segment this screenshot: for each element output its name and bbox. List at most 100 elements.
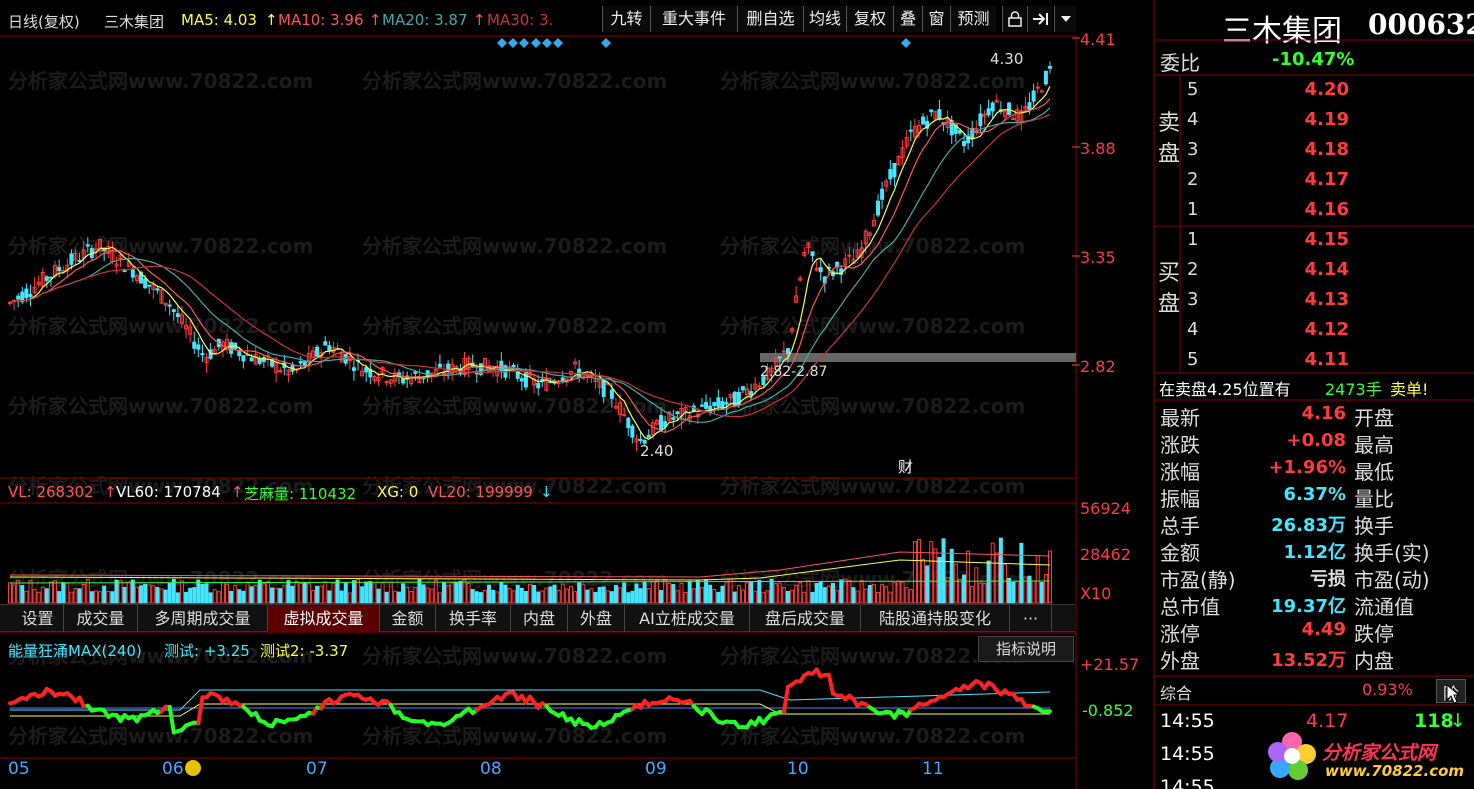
volume-bar bbox=[24, 590, 29, 604]
volume-bar bbox=[859, 580, 864, 604]
sell-order-row[interactable]: 3 4.18 bbox=[1183, 137, 1353, 167]
composite-value: 0.93% bbox=[1362, 680, 1413, 699]
volume-bar bbox=[548, 586, 553, 604]
candle-body bbox=[351, 367, 356, 371]
volume-bar bbox=[482, 589, 487, 604]
candle-body bbox=[1043, 70, 1048, 85]
tab-7[interactable]: 外盘 bbox=[568, 605, 625, 632]
tick-time: 14:55 bbox=[1160, 776, 1215, 789]
volume-bar bbox=[990, 542, 995, 604]
volume-bar bbox=[896, 580, 901, 604]
volume-bar bbox=[957, 578, 962, 604]
tab-5[interactable]: 换手率 bbox=[436, 605, 511, 632]
buy-order-row[interactable]: 4 4.12 bbox=[1183, 317, 1353, 347]
volume-bar bbox=[495, 591, 500, 604]
volume-bar bbox=[532, 584, 537, 604]
volume-bar bbox=[421, 584, 426, 604]
sell-order-row[interactable]: 4 4.19 bbox=[1183, 107, 1353, 137]
volume-bar bbox=[265, 581, 270, 604]
volume-bar bbox=[773, 583, 778, 604]
tab-11[interactable]: ··· bbox=[1010, 605, 1052, 632]
volume-bar bbox=[356, 579, 361, 604]
energy-wave-segment bbox=[826, 672, 835, 696]
volume-bar bbox=[425, 587, 430, 604]
tab-2[interactable]: 多周期成交量 bbox=[138, 605, 268, 632]
volume-bar bbox=[986, 560, 991, 604]
volume-bar bbox=[368, 581, 373, 604]
volume-bar bbox=[736, 584, 741, 604]
tab-8[interactable]: AI立桩成交量 bbox=[625, 605, 750, 632]
volume-bar bbox=[851, 587, 856, 604]
energy-wave-segment bbox=[167, 704, 176, 735]
finance-event-badge[interactable]: 财 bbox=[898, 456, 913, 477]
order-level: 3 bbox=[1187, 139, 1199, 160]
candle-body bbox=[302, 361, 307, 367]
signal-diamond-icon bbox=[901, 38, 911, 48]
tab-3[interactable]: 虚拟成交量 bbox=[268, 605, 380, 632]
candle-body bbox=[229, 342, 234, 354]
volume-bar bbox=[814, 582, 819, 604]
vl20-arrow: ↓ bbox=[540, 483, 553, 501]
volume-bar bbox=[364, 581, 369, 604]
buy-order-row[interactable]: 1 4.15 bbox=[1183, 227, 1353, 257]
notice-action: 卖单! bbox=[1390, 380, 1429, 399]
volume-bar bbox=[1031, 580, 1036, 604]
stat-label: 涨停 bbox=[1160, 622, 1200, 646]
candle-body bbox=[757, 385, 762, 388]
volume-bar bbox=[745, 582, 750, 604]
tab-6[interactable]: 内盘 bbox=[511, 605, 568, 632]
indicator-help-button[interactable]: 指标说明 bbox=[978, 636, 1074, 662]
volume-bar bbox=[835, 589, 840, 604]
sell-order-row[interactable]: 5 4.20 bbox=[1183, 77, 1353, 107]
candle-body bbox=[1027, 102, 1032, 111]
tab-1[interactable]: 成交量 bbox=[64, 605, 138, 632]
candle-body bbox=[908, 129, 913, 132]
volume-bar bbox=[1015, 580, 1020, 604]
order-price: 4.16 bbox=[1304, 199, 1349, 220]
mouse-cursor-icon bbox=[1446, 683, 1461, 708]
candle-body bbox=[847, 254, 852, 257]
volume-bar bbox=[753, 590, 758, 604]
volume-bar bbox=[388, 581, 393, 604]
sell-order-row[interactable]: 1 4.16 bbox=[1183, 197, 1353, 227]
volume-bar bbox=[1019, 542, 1024, 604]
buy-order-row[interactable]: 3 4.13 bbox=[1183, 287, 1353, 317]
volume-bar bbox=[912, 541, 917, 604]
volume-bar bbox=[794, 584, 799, 604]
tab-10[interactable]: 陆股通持股变化 bbox=[861, 605, 1010, 632]
candle-body bbox=[196, 344, 201, 350]
buy-order-row[interactable]: 5 4.11 bbox=[1183, 347, 1353, 377]
volume-bar bbox=[331, 582, 336, 604]
candle-body bbox=[724, 402, 729, 405]
composite-label: 综合 bbox=[1160, 684, 1193, 703]
order-level: 5 bbox=[1187, 79, 1199, 100]
volume-bar bbox=[830, 582, 835, 604]
volume-axis-label: 56924 bbox=[1080, 499, 1131, 518]
volume-bar bbox=[274, 587, 279, 604]
candle-body bbox=[298, 361, 303, 364]
tab-9[interactable]: 盘后成交量 bbox=[750, 605, 861, 632]
tab-4[interactable]: 金额 bbox=[380, 605, 436, 632]
candle-body bbox=[257, 358, 262, 364]
stat-row: 金额 1.12亿 换手(实) bbox=[1158, 537, 1458, 565]
volume-bar bbox=[212, 589, 217, 604]
stat-value: 4.49 bbox=[1301, 619, 1346, 640]
price-axis-label: 3.35 bbox=[1080, 248, 1116, 267]
buy-order-row[interactable]: 2 4.14 bbox=[1183, 257, 1353, 287]
candle-body bbox=[740, 386, 745, 391]
tab-0[interactable]: 设置 bbox=[12, 605, 64, 632]
order-level: 3 bbox=[1187, 289, 1199, 310]
candle-body bbox=[749, 391, 754, 396]
candle-body bbox=[69, 253, 74, 265]
volume-bar bbox=[339, 590, 344, 604]
candle-body bbox=[929, 109, 934, 113]
sell-order-row[interactable]: 2 4.17 bbox=[1183, 167, 1353, 197]
candle-body bbox=[1007, 102, 1012, 115]
candle-body bbox=[327, 345, 332, 352]
candle-body bbox=[818, 267, 823, 273]
candle-body bbox=[315, 346, 320, 357]
volume-bar bbox=[777, 582, 782, 604]
sell-side-label: 卖盘 bbox=[1158, 111, 1181, 167]
order-price: 4.12 bbox=[1304, 319, 1349, 340]
volume-bar bbox=[634, 583, 639, 604]
